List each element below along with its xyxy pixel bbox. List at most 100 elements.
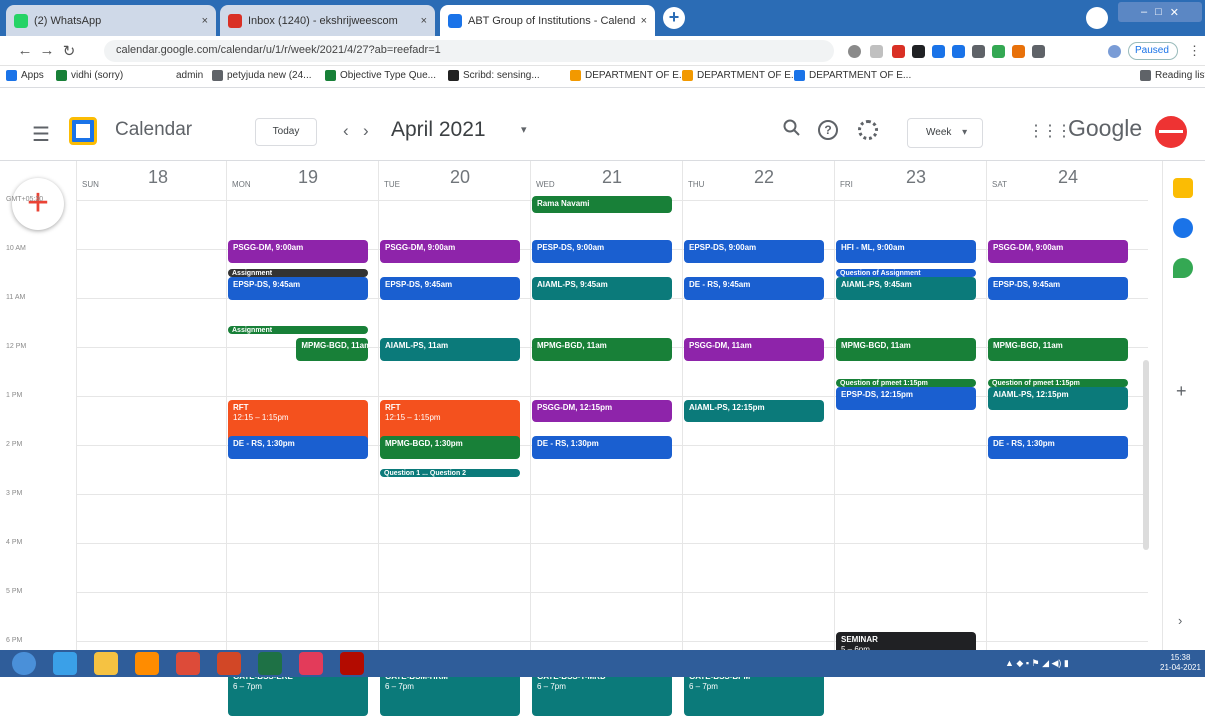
maps-icon[interactable]: [1173, 258, 1193, 278]
event-chip[interactable]: EPSP-DS, 12:15pm: [836, 387, 976, 410]
star-icon[interactable]: [870, 45, 883, 58]
bookmark-apps[interactable]: Apps: [6, 70, 44, 81]
event-chip[interactable]: PSGG-DM, 9:00am: [228, 240, 368, 263]
profile-icon[interactable]: [1086, 7, 1108, 29]
extension-icon[interactable]: [1012, 45, 1025, 58]
event-chip[interactable]: Question of Assignment: [836, 268, 976, 277]
explorer-icon[interactable]: [94, 652, 118, 675]
close-window-button[interactable]: ✕: [1170, 6, 1179, 19]
google-apps-icon[interactable]: ⋮⋮⋮: [1028, 121, 1072, 141]
event-chip[interactable]: DE - RS, 1:30pm: [228, 436, 368, 459]
event-chip[interactable]: Question of pmeet 1:15pm: [988, 379, 1128, 388]
gear-icon[interactable]: [858, 120, 878, 140]
event-chip[interactable]: HFI - ML, 9:00am: [836, 240, 976, 263]
event-chip[interactable]: MPMG-BGD, 11am: [836, 338, 976, 361]
back-icon[interactable]: ←: [14, 42, 36, 59]
event-chip[interactable]: DE - RS, 1:30pm: [988, 436, 1128, 459]
event-chip[interactable]: PSGG-DM, 11am: [684, 338, 824, 361]
zoom-icon[interactable]: [848, 45, 861, 58]
tasks-icon[interactable]: [1173, 218, 1193, 238]
caret-down-icon[interactable]: ▾: [521, 123, 527, 136]
event-chip[interactable]: MPMG-BGD, 11am: [988, 338, 1128, 361]
tab-whatsapp[interactable]: (2) WhatsApp ×: [6, 5, 216, 36]
url-input[interactable]: calendar.google.com/calendar/u/1/r/week/…: [104, 40, 834, 62]
current-period[interactable]: April 2021: [391, 118, 486, 142]
event-chip[interactable]: AIAML-PS, 11am: [380, 338, 520, 361]
event-chip[interactable]: PSGG-DM, 9:00am: [988, 240, 1128, 263]
bookmark-item[interactable]: petyjuda new (24...: [212, 70, 312, 81]
profile-avatar-icon[interactable]: [1108, 45, 1121, 58]
main-menu-icon[interactable]: ☰: [32, 122, 50, 147]
event-chip[interactable]: DE - RS, 9:45am: [684, 277, 824, 300]
excel-icon[interactable]: [258, 652, 282, 675]
all-day-event[interactable]: Rama Navami: [532, 196, 672, 213]
bookmark-item[interactable]: DEPARTMENT OF E...: [682, 70, 799, 81]
add-addon-icon[interactable]: +: [1176, 381, 1187, 402]
tab-calendar[interactable]: ABT Group of Institutions - Calendar ×: [440, 5, 655, 36]
pdf-icon[interactable]: [340, 652, 364, 675]
bookmark-item[interactable]: DEPARTMENT OF E...: [794, 70, 911, 81]
extension-icon[interactable]: [912, 45, 925, 58]
bookmark-item[interactable]: Objective Type Que...: [325, 70, 436, 81]
chevron-right-icon[interactable]: ›: [1178, 613, 1182, 628]
menu-icon[interactable]: ⋮: [1188, 43, 1201, 59]
keep-icon[interactable]: [1173, 178, 1193, 198]
new-tab-button[interactable]: +: [663, 7, 685, 29]
puzzle-icon[interactable]: [1032, 45, 1045, 58]
bookmark-item[interactable]: admin: [176, 70, 203, 81]
reload-icon[interactable]: ↻: [58, 42, 80, 60]
event-chip[interactable]: AIAML-PS, 12:15pm: [684, 399, 824, 423]
event-chip[interactable]: EPSP-DS, 9:45am: [988, 277, 1128, 300]
event-chip[interactable]: Assignment: [228, 326, 368, 335]
view-select[interactable]: Week ▾: [907, 118, 983, 148]
extension-icon[interactable]: [952, 45, 965, 58]
extension-icon[interactable]: [932, 45, 945, 58]
today-button[interactable]: Today: [255, 118, 317, 146]
event-chip[interactable]: MPMG-BGD, 1:30pm: [380, 436, 520, 459]
bookmark-item[interactable]: vidhi (sorry): [56, 70, 123, 81]
extension-icon[interactable]: [892, 45, 905, 58]
avatar[interactable]: [1155, 116, 1187, 148]
powerpoint-icon[interactable]: [217, 652, 241, 675]
forward-icon[interactable]: →: [36, 42, 58, 59]
minimize-button[interactable]: –: [1141, 6, 1147, 18]
reading-list[interactable]: Reading list: [1140, 70, 1205, 81]
event-chip[interactable]: PSGG-DM, 9:00am: [380, 240, 520, 263]
event-chip[interactable]: PSGG-DM, 12:15pm: [532, 399, 672, 423]
search-icon[interactable]: [782, 118, 802, 138]
close-icon[interactable]: ×: [641, 15, 647, 27]
event-chip[interactable]: MPMG-BGD, 11am: [296, 338, 368, 361]
event-chip[interactable]: Assignment: [228, 268, 368, 277]
close-icon[interactable]: ×: [421, 15, 427, 27]
paint-icon[interactable]: [299, 652, 323, 675]
profile-status[interactable]: Paused: [1128, 42, 1178, 60]
tab-gmail[interactable]: Inbox (1240) - ekshrijweescom ×: [220, 5, 435, 36]
close-icon[interactable]: ×: [202, 15, 208, 27]
system-tray[interactable]: ▲ ◆ ▪ ⚑ ◢ ◀) ▮: [1005, 658, 1069, 669]
event-chip[interactable]: PESP-DS, 9:00am: [532, 240, 672, 263]
scrollbar[interactable]: [1143, 360, 1149, 550]
extension-icon[interactable]: [972, 45, 985, 58]
event-chip[interactable]: EPSP-DS, 9:00am: [684, 240, 824, 263]
start-button[interactable]: [12, 652, 36, 675]
event-chip[interactable]: Question 1 ... Question 2: [380, 469, 520, 478]
event-chip[interactable]: EPSP-DS, 9:45am: [228, 277, 368, 300]
event-chip[interactable]: AIAML-PS, 9:45am: [532, 277, 672, 300]
help-icon[interactable]: ?: [818, 120, 838, 140]
event-chip[interactable]: EPSP-DS, 9:45am: [380, 277, 520, 300]
clock[interactable]: 15:38 21-04-2021: [1160, 653, 1201, 673]
event-chip[interactable]: DE - RS, 1:30pm: [532, 436, 672, 459]
ie-icon[interactable]: [53, 652, 77, 675]
chevron-left-icon[interactable]: ‹: [343, 121, 349, 141]
bookmark-item[interactable]: Scribd: sensing...: [448, 70, 540, 81]
chevron-right-icon[interactable]: ›: [363, 121, 369, 141]
extension-icon[interactable]: [992, 45, 1005, 58]
event-chip[interactable]: AIAML-PS, 12:15pm: [988, 387, 1128, 410]
media-icon[interactable]: [135, 652, 159, 675]
event-chip[interactable]: MPMG-BGD, 11am: [532, 338, 672, 361]
bookmark-item[interactable]: DEPARTMENT OF E...: [570, 70, 687, 81]
event-chip[interactable]: Question of pmeet 1:15pm: [836, 379, 976, 388]
maximize-button[interactable]: □: [1155, 6, 1162, 18]
event-chip[interactable]: AIAML-PS, 9:45am: [836, 277, 976, 300]
chrome-icon[interactable]: [176, 652, 200, 675]
